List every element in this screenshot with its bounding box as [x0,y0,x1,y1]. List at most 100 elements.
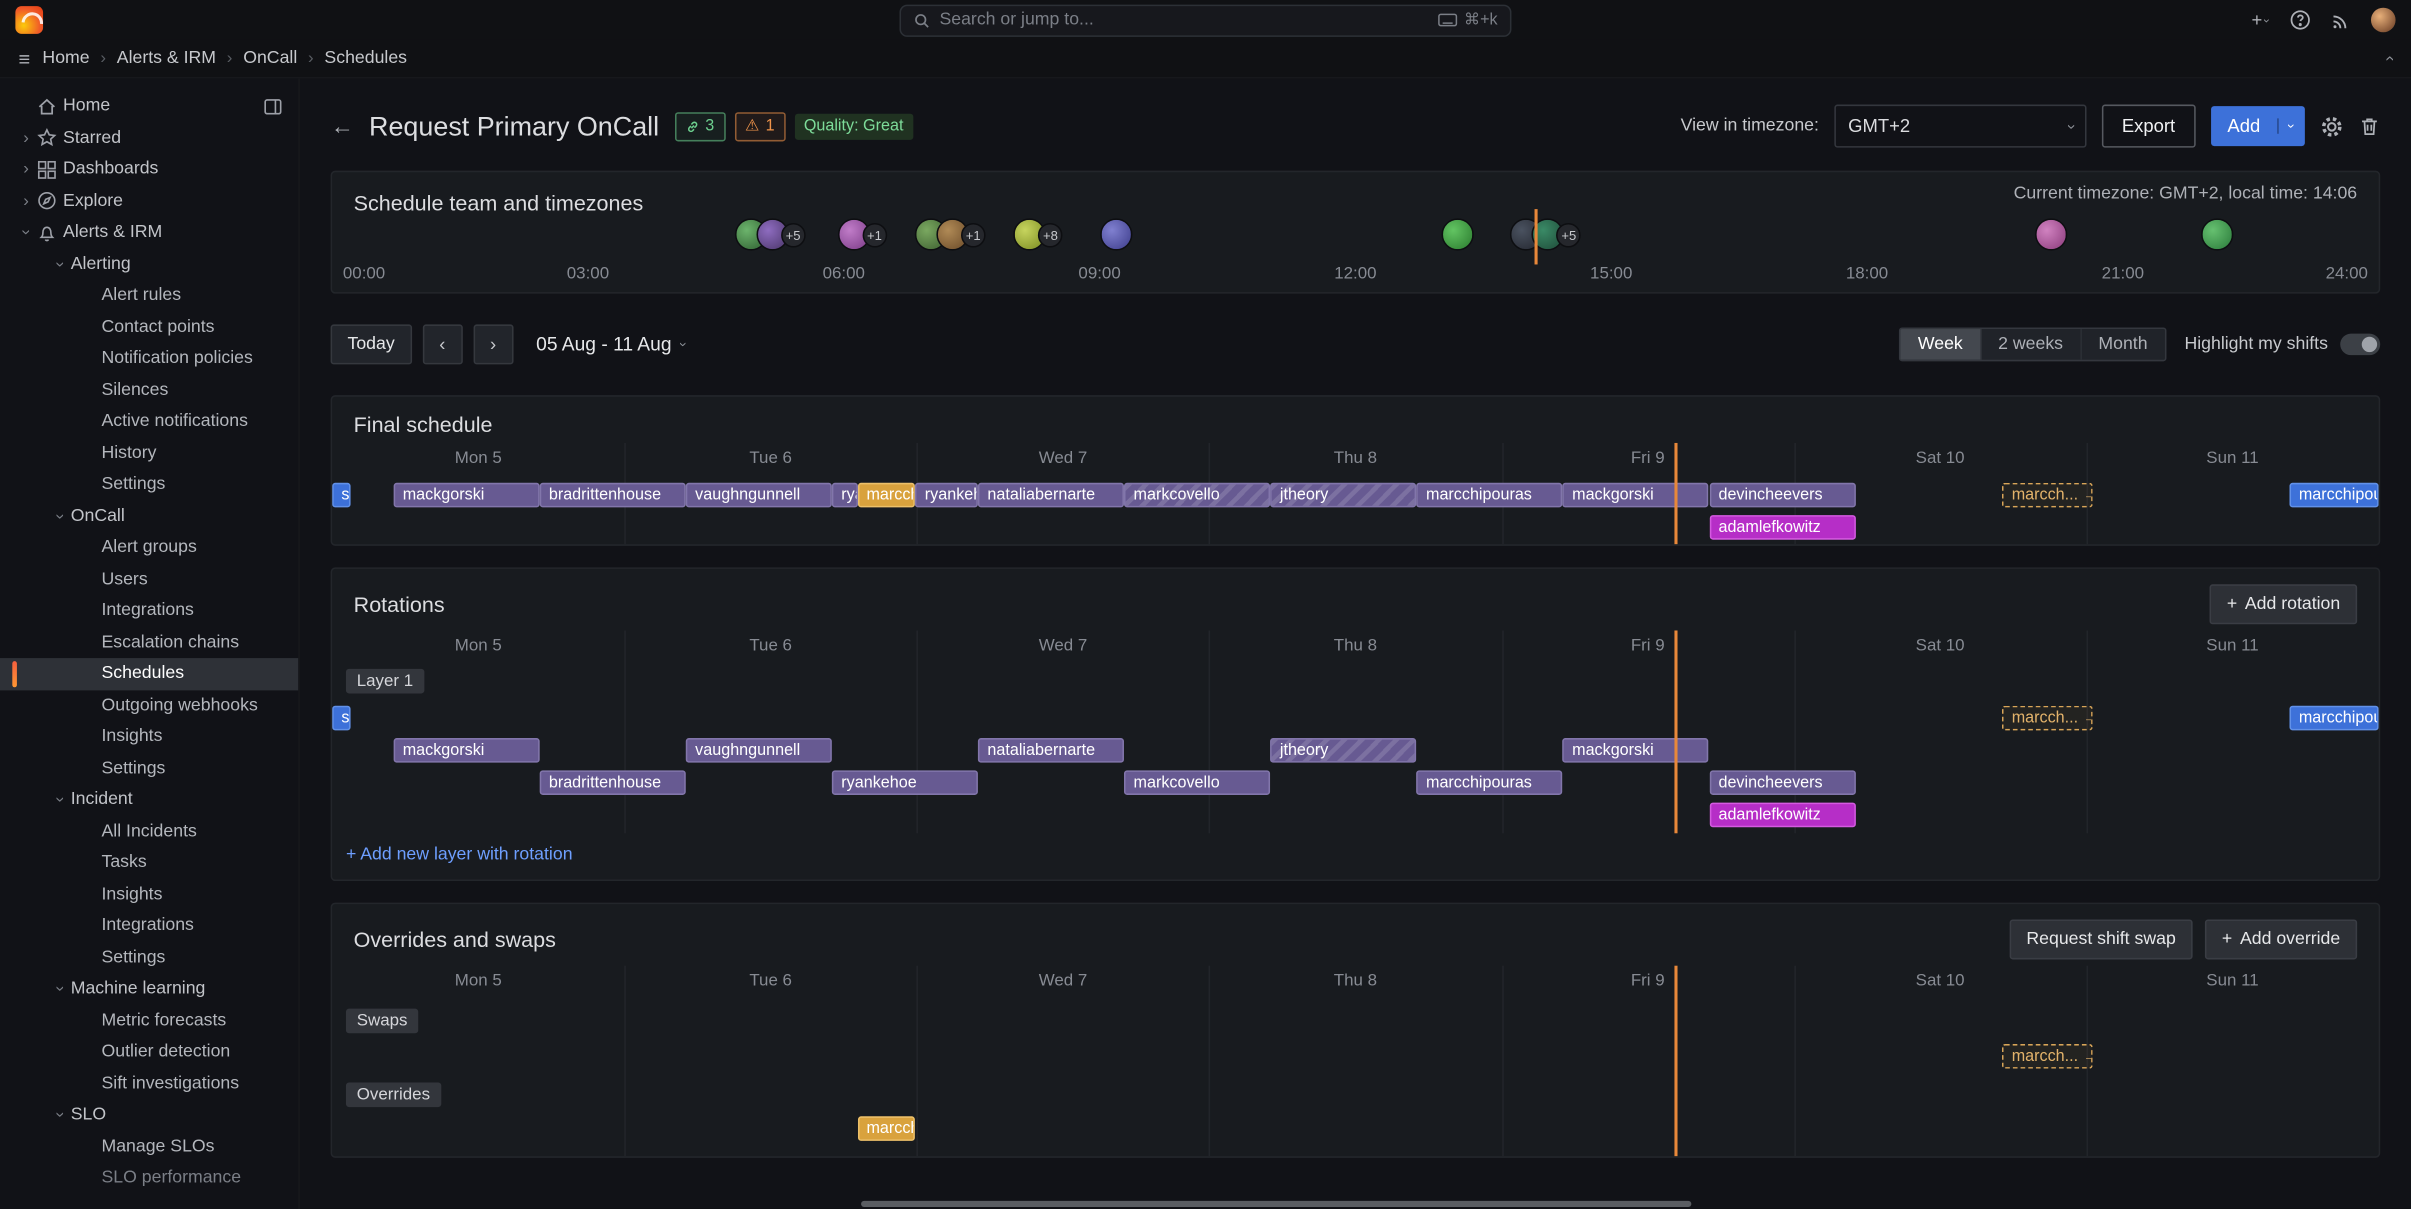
menu-toggle-icon[interactable]: ≡ [18,47,30,70]
shift-swap-request[interactable]: marcch... → ? [2003,483,2094,508]
chevron-down-icon[interactable]: › [51,505,69,527]
sidebar-item-silences[interactable]: Silences [0,374,298,406]
collapse-sidebar-icon[interactable] [263,96,283,116]
chevron-right-icon[interactable]: › [15,192,37,210]
shift-bar[interactable]: markcovello [1124,770,1270,795]
shift-bar[interactable]: bradrittenhouse [540,483,686,508]
breadcrumb-item-schedules[interactable]: Schedules [324,49,407,67]
user-avatar-group[interactable]: +1 [838,218,887,250]
timezone-select[interactable]: GMT+2› [1834,105,2086,148]
shift-bar[interactable]: marcchipouras [1417,483,1563,508]
shift-bar[interactable]: marcchipoura [2290,706,2379,731]
user-avatar-group[interactable] [1442,218,1474,250]
search-bar[interactable]: Search or jump to... ⌘+k [899,4,1511,36]
sidebar-item-insights[interactable]: Insights [0,879,298,911]
chevron-down-icon[interactable]: › [51,978,69,1000]
shift-bar[interactable]: jtheory [1271,483,1417,508]
view-option-2-weeks[interactable]: 2 weeks [1981,329,2081,360]
sidebar-item-contact-points[interactable]: Contact points [0,311,298,343]
sidebar-item-history[interactable]: History [0,437,298,469]
sidebar-item-oncall[interactable]: ›OnCall [0,500,298,532]
user-avatar[interactable] [2371,8,2396,33]
request-shift-swap-button[interactable]: Request shift swap [2009,919,2192,959]
user-avatar-group[interactable] [2035,218,2067,250]
shift-bar[interactable]: marcchipoura [2290,483,2379,508]
highlight-toggle[interactable] [2340,334,2380,356]
collapse-header-icon[interactable]: › [2380,56,2398,62]
quality-badge[interactable]: Quality: Great [795,113,913,139]
shift-swap-request[interactable]: marcch... → ? [2003,706,2094,731]
sidebar-item-integrations[interactable]: Integrations [0,910,298,942]
sidebar-item-alerts-irm[interactable]: ›Alerts & IRM [0,217,298,249]
sidebar-item-home[interactable]: Home [0,91,298,123]
breadcrumb-item-alerts-irm[interactable]: Alerts & IRM [117,49,216,67]
user-avatar-group[interactable]: +5 [735,218,806,250]
view-option-month[interactable]: Month [2081,329,2164,360]
chevron-down-icon[interactable]: › [17,222,35,244]
settings-gear-icon[interactable] [2320,115,2343,138]
shift-bar[interactable]: vaughngunnell [686,738,832,763]
shift-bar[interactable]: markcovello [1124,483,1270,508]
shift-bar[interactable]: nataliabernarte [978,483,1124,508]
user-avatar-group[interactable]: +5 [1510,218,1581,250]
shift-bar[interactable]: jtheory [1271,738,1417,763]
shift-bar[interactable]: mackgorski [1563,483,1709,508]
sidebar-item-slo-performance[interactable]: SLO performance [0,1162,298,1194]
sidebar-item-outlier-detection[interactable]: Outlier detection [0,1036,298,1068]
sidebar-item-integrations[interactable]: Integrations [0,595,298,627]
sidebar-item-metric-forecasts[interactable]: Metric forecasts [0,1005,298,1037]
breadcrumb-item-oncall[interactable]: OnCall [243,49,297,67]
sidebar-item-manage-slos[interactable]: Manage SLOs [0,1131,298,1163]
sidebar-item-incident[interactable]: ›Incident [0,784,298,816]
shift-bar[interactable]: vaughngunnell [686,483,832,508]
sidebar-item-settings[interactable]: Settings [0,942,298,974]
shift-bar[interactable]: s [332,706,350,731]
user-avatar-group[interactable] [1100,218,1132,250]
shift-bar[interactable]: marcchip [857,483,915,508]
chevron-right-icon[interactable]: › [15,160,37,178]
back-arrow-icon[interactable]: ← [331,113,354,139]
new-menu-button[interactable]: +› [2252,9,2270,31]
add-rotation-button[interactable]: +Add rotation [2210,584,2357,624]
sidebar-item-all-incidents[interactable]: All Incidents [0,816,298,848]
sidebar-item-settings[interactable]: Settings [0,753,298,785]
grafana-logo[interactable] [15,6,43,34]
shift-bar[interactable]: devincheevers [1709,770,1855,795]
delete-trash-icon[interactable] [2359,115,2381,137]
sidebar-item-users[interactable]: Users [0,564,298,596]
user-avatar-group[interactable]: +1 [915,218,986,250]
view-option-week[interactable]: Week [1901,329,1981,360]
shift-bar[interactable]: ryankeho [916,483,979,508]
user-avatar-group[interactable]: +8 [1014,218,1063,250]
user-avatar-group[interactable] [2201,218,2233,250]
shift-bar[interactable]: bradrittenhouse [540,770,686,795]
links-badge[interactable]: 3 [675,111,726,140]
shift-bar[interactable]: adamlefkowitz [1709,515,1855,540]
add-button[interactable]: Add › [2211,106,2305,146]
sidebar-item-machine-learning[interactable]: ›Machine learning [0,973,298,1005]
chevron-down-icon[interactable]: › [51,789,69,811]
add-dropdown-caret[interactable]: › [2277,118,2305,133]
shift-bar[interactable]: nataliabernarte [978,738,1124,763]
shift-bar[interactable]: adamlefkowitz [1709,803,1855,828]
chevron-right-icon[interactable]: › [15,129,37,147]
shift-bar[interactable]: mackgorski [394,738,540,763]
shift-bar[interactable]: mackgorski [1563,738,1709,763]
shift-bar[interactable]: rya [832,483,857,508]
prev-week-button[interactable]: ‹ [422,324,462,364]
add-override-button[interactable]: +Add override [2205,919,2357,959]
sidebar-item-dashboards[interactable]: ›Dashboards [0,154,298,186]
export-button[interactable]: Export [2102,105,2195,148]
news-icon[interactable] [2331,10,2351,30]
shift-bar[interactable]: mackgorski [394,483,540,508]
horizontal-scrollbar[interactable] [861,1201,1691,1207]
sidebar-item-alert-groups[interactable]: Alert groups [0,532,298,564]
chevron-down-icon[interactable]: › [51,1104,69,1126]
shift-bar[interactable]: devincheevers [1709,483,1855,508]
sidebar-item-alerting[interactable]: ›Alerting [0,248,298,280]
add-layer-link[interactable]: + Add new layer with rotation [332,833,2379,879]
sidebar-item-notification-policies[interactable]: Notification policies [0,343,298,375]
sidebar-item-insights[interactable]: Insights [0,721,298,753]
shift-bar[interactable]: ryankehoe [832,770,978,795]
shift-bar[interactable]: marcchip [857,1116,915,1141]
